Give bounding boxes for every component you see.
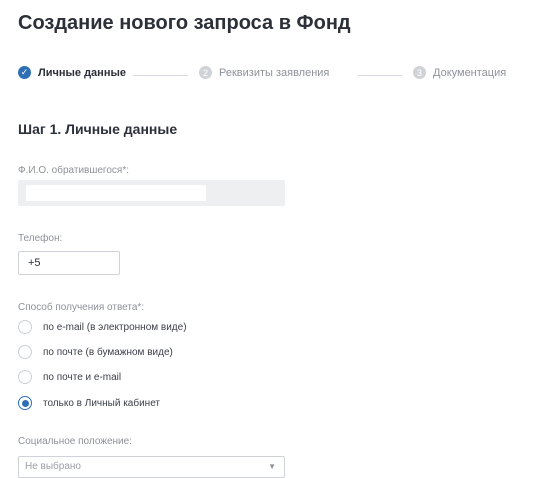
radio-option-email[interactable]: по e-mail (в электронном виде) [18,320,187,334]
radio-button[interactable] [18,345,32,359]
select-value: Не выбрано [25,461,81,472]
radio-label: по почте (в бумажном виде) [43,346,173,358]
fio-field[interactable] [18,180,285,206]
step-documentation[interactable]: 3 Документация [413,66,506,79]
page-title: Создание нового запроса в Фонд [18,12,351,34]
step-number-badge: 3 [413,66,426,79]
step-connector [133,75,188,76]
phone-input[interactable]: +5 [18,251,120,275]
fio-input[interactable] [26,185,206,201]
chevron-down-icon: ▼ [268,462,276,471]
step-personal-data[interactable]: ✓ Личные данные [18,66,126,79]
fio-label: Ф.И.О. обратившегося*: [18,165,130,176]
step-number-badge: 2 [199,66,212,79]
response-method-label: Способ получения ответа*: [18,302,145,313]
radio-label: по почте и e-mail [43,371,122,383]
radio-label: по e-mail (в электронном виде) [43,321,187,333]
stepper: ✓ Личные данные 2 Реквизиты заявления 3 … [18,66,538,84]
check-icon: ✓ [18,66,31,79]
radio-option-cabinet[interactable]: только в Личный кабинет [18,396,160,410]
radio-option-post-and-email[interactable]: по почте и e-mail [18,370,121,384]
step-application-details[interactable]: 2 Реквизиты заявления [199,66,329,79]
step-connector [358,75,402,76]
radio-button[interactable] [18,320,32,334]
step-label: Реквизиты заявления [219,66,330,79]
step-title: Шаг 1. Личные данные [18,121,178,137]
step-label: Документация [433,66,507,79]
radio-option-post[interactable]: по почте (в бумажном виде) [18,345,173,359]
social-status-label: Социальное положение: [18,436,132,447]
step-label: Личные данные [38,66,126,79]
radio-button[interactable] [18,370,32,384]
radio-dot [21,399,29,407]
radio-label: только в Личный кабинет [43,397,161,409]
radio-button-checked[interactable] [18,396,32,410]
social-status-select[interactable]: Не выбрано ▼ [18,456,285,478]
phone-label: Телефон: [18,233,63,244]
